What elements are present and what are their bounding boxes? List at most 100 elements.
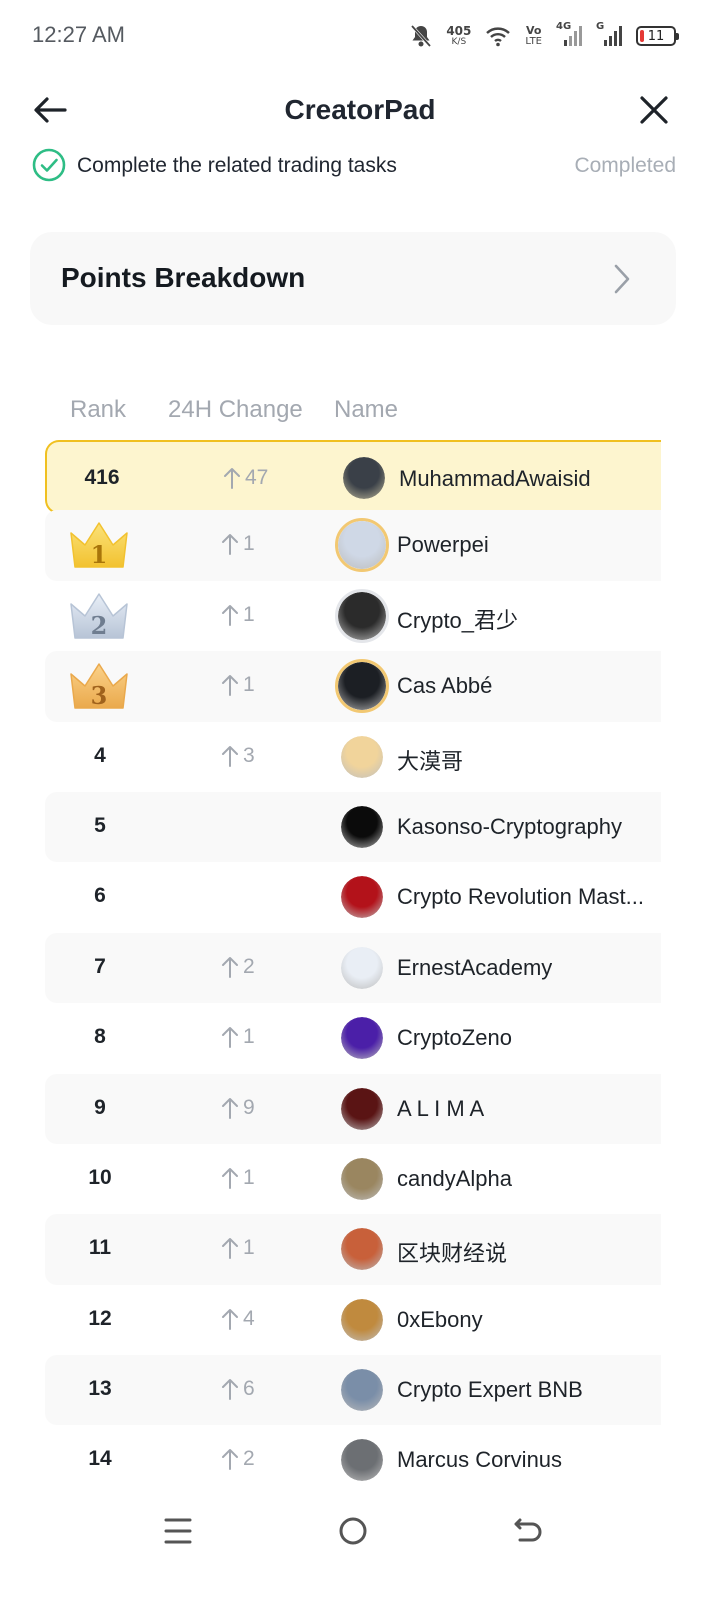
avatar-image [338, 591, 386, 640]
avatar[interactable] [341, 735, 383, 778]
rank-change: 4 [221, 1307, 255, 1331]
leaderboard-row[interactable]: 2 1 Crypto_君少 [45, 581, 661, 651]
leaderboard-row[interactable]: 4 3 大漠哥 [45, 722, 661, 792]
net-speed-value: 405 [446, 24, 472, 38]
user-name[interactable]: 大漠哥 [397, 744, 463, 776]
rank-change: 47 [223, 466, 268, 490]
avatar[interactable] [341, 1228, 383, 1271]
user-name[interactable]: MuhammadAwaisid [399, 466, 591, 492]
home-circle-icon [339, 1517, 367, 1545]
avatar-image [341, 1157, 383, 1200]
user-name[interactable]: CryptoZeno [397, 1025, 512, 1051]
rank-change-value: 1 [243, 602, 255, 626]
points-breakdown-card[interactable]: Points Breakdown [30, 232, 676, 325]
arrow-up-icon [222, 1449, 238, 1471]
leaderboard-row[interactable]: 7 2 ErnestAcademy [45, 932, 661, 1004]
avatar-image [343, 457, 385, 499]
rank-change: 1 [221, 603, 255, 627]
avatar[interactable] [341, 805, 383, 848]
column-header-rank: Rank [70, 396, 127, 423]
leaderboard-row[interactable]: 10 1 candyAlpha [45, 1144, 661, 1214]
crown-bronze-icon: 3 [67, 660, 131, 712]
avatar-image [341, 735, 383, 778]
task-row: Complete the related trading tasks Compl… [32, 148, 676, 184]
leaderboard-row[interactable]: 11 1 区块财经说 [45, 1214, 661, 1285]
avatar[interactable] [341, 1439, 383, 1482]
user-name[interactable]: Kasonso-Cryptography [397, 814, 622, 840]
user-name[interactable]: Crypto Revolution Mast... [397, 884, 644, 910]
arrow-up-icon [222, 956, 238, 978]
rank-change-value: 1 [243, 1165, 255, 1189]
leaderboard-row[interactable]: 5 Kasonso-Cryptography [45, 791, 661, 863]
nav-back-button[interactable] [508, 1514, 548, 1548]
volte-bottom: LTE [525, 36, 542, 47]
leaderboard-row[interactable]: 14 2 Marcus Corvinus [45, 1425, 661, 1495]
check-circle-icon [32, 148, 66, 182]
system-nav-bar [0, 1500, 720, 1600]
avatar[interactable] [341, 1087, 383, 1130]
rank-change-value: 1 [243, 532, 255, 556]
user-name[interactable]: ErnestAcademy [397, 955, 552, 981]
rank-change-value: 1 [243, 673, 255, 697]
nav-home-button[interactable] [333, 1514, 373, 1548]
signal-icon: 4G [556, 21, 582, 47]
avatar[interactable] [341, 946, 383, 989]
points-breakdown-title: Points Breakdown [61, 262, 306, 293]
bell-muted-icon [410, 24, 432, 48]
close-icon [640, 96, 668, 124]
leaderboard-row[interactable]: 8 1 CryptoZeno [45, 1003, 661, 1073]
arrow-up-icon [222, 1027, 238, 1049]
crown-gold-icon: 1 [67, 519, 131, 571]
leaderboard-row[interactable]: 9 9 A L I M A [45, 1073, 661, 1144]
leaderboard-row[interactable]: 1 1 Powerpei [45, 510, 661, 581]
user-name[interactable]: Crypto_君少 [397, 603, 518, 635]
column-header-change: 24H Change [168, 396, 303, 423]
rank-number: 12 [88, 1306, 112, 1330]
volte-top: Vo [525, 24, 542, 37]
user-name[interactable]: 0xEbony [397, 1307, 483, 1333]
back-return-icon [514, 1518, 542, 1542]
user-name[interactable]: Marcus Corvinus [397, 1447, 562, 1473]
leaderboard-row[interactable]: 3 1 Cas Abbé [45, 651, 661, 722]
leaderboard-row[interactable]: 12 4 0xEbony [45, 1285, 661, 1355]
avatar[interactable] [341, 1369, 383, 1412]
rank-change: 9 [221, 1096, 255, 1120]
arrow-up-icon [222, 1167, 238, 1189]
chevron-right-icon [614, 264, 630, 294]
user-name[interactable]: Crypto Expert BNB [397, 1377, 583, 1403]
rank-number: 8 [94, 1025, 106, 1049]
leaderboard-row[interactable]: 6 Crypto Revolution Mast... [45, 862, 661, 932]
rank-change: 1 [221, 532, 255, 556]
avatar[interactable] [341, 876, 383, 919]
avatar[interactable] [341, 1298, 383, 1341]
rank-number: 10 [88, 1165, 112, 1189]
user-name[interactable]: 区块财经说 [397, 1236, 507, 1268]
rank-change-value: 2 [243, 1447, 255, 1471]
my-rank-row[interactable]: 416 47 MuhammadAwaisid [45, 440, 661, 514]
user-name[interactable]: candyAlpha [397, 1166, 512, 1192]
rank-change-value: 1 [243, 1025, 255, 1049]
battery-level: 11 [647, 28, 665, 44]
rank-change: 1 [221, 1236, 255, 1260]
avatar[interactable] [343, 457, 385, 499]
status-time: 12:27 AM [32, 22, 125, 47]
avatar[interactable] [341, 1017, 383, 1060]
user-name[interactable]: Powerpei [397, 532, 489, 558]
rank-change-value: 2 [243, 954, 255, 978]
user-name[interactable]: Cas Abbé [397, 673, 492, 699]
rank-number: 1 [91, 540, 108, 569]
rank-change-value: 4 [243, 1306, 255, 1330]
column-header-name: Name [334, 396, 399, 423]
avatar[interactable] [335, 659, 389, 714]
avatar[interactable] [335, 518, 389, 573]
rank-number: 7 [94, 954, 106, 978]
avatar-image [341, 1017, 383, 1060]
avatar[interactable] [341, 1157, 383, 1200]
arrow-up-icon [222, 1308, 238, 1330]
close-button[interactable] [636, 92, 672, 128]
rank-change: 1 [221, 1166, 255, 1190]
user-name[interactable]: A L I M A [397, 1096, 484, 1122]
leaderboard-row[interactable]: 13 6 Crypto Expert BNB [45, 1355, 661, 1426]
avatar[interactable] [335, 588, 389, 643]
nav-menu-button[interactable] [158, 1514, 198, 1548]
